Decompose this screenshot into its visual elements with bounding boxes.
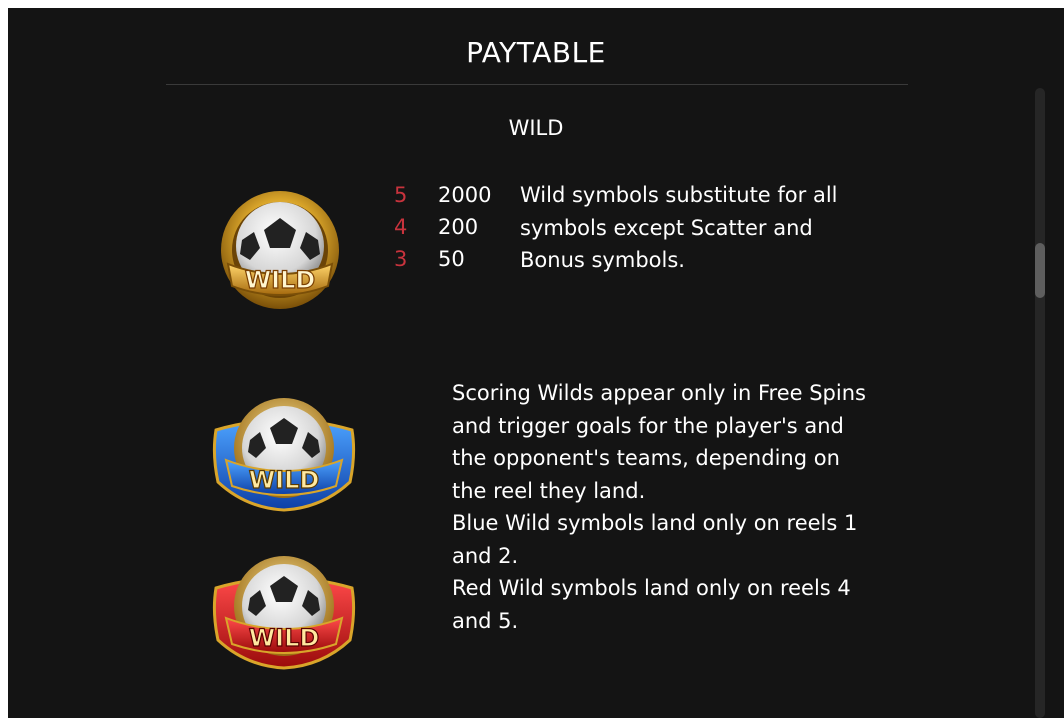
wild-description-line: symbols except Scatter and <box>520 215 813 240</box>
blue-wild-label: WILD <box>249 466 320 494</box>
scoring-description-line: and 5. <box>452 608 519 633</box>
scoring-description-line: Blue Wild symbols land only on reels 1 <box>452 511 858 535</box>
scrollbar-thumb[interactable] <box>1035 243 1045 298</box>
scoring-description-line: and 2. <box>452 543 519 568</box>
payout-count: 4 <box>394 215 408 239</box>
wild-description-line: Wild symbols substitute for all <box>520 183 838 207</box>
soccer-ball-wild-blue-icon: WILD <box>212 398 356 512</box>
soccer-ball-wild-gold-icon: WILD <box>221 191 339 309</box>
scrollbar-track[interactable] <box>1035 88 1045 718</box>
paytable-panel: PAYTABLE WILD WILD 5 2000 4 200 3 50 Wil… <box>8 8 1064 718</box>
red-wild-label: WILD <box>249 624 320 652</box>
scoring-description-line: Red Wild symbols land only on reels 4 <box>452 576 851 600</box>
payout-value: 200 <box>438 215 479 239</box>
payout-value: 50 <box>438 247 465 271</box>
scoring-description-line: Scoring Wilds appear only in Free Spins <box>452 381 866 405</box>
payout-row: 3 50 <box>394 243 465 275</box>
payout-row: 4 200 <box>394 211 478 243</box>
scoring-description-line: the opponent's teams, depending on <box>452 446 840 470</box>
page-title: PAYTABLE <box>466 36 606 69</box>
gold-wild-label: WILD <box>245 266 316 294</box>
section-title-wild: WILD <box>508 116 564 140</box>
wild-description-line: Bonus symbols. <box>520 248 685 272</box>
scoring-wilds-description: Scoring Wilds appear only in Free Spins … <box>452 377 866 637</box>
payout-row: 5 2000 <box>394 179 491 211</box>
scoring-description-line: and trigger goals for the player's and <box>452 413 844 438</box>
payout-value: 2000 <box>438 183 492 207</box>
payout-count: 5 <box>394 183 408 207</box>
soccer-ball-wild-red-icon: WILD <box>212 556 356 670</box>
scoring-description-line: the reel they land. <box>452 478 646 503</box>
wild-description: Wild symbols substitute for all symbols … <box>520 179 837 277</box>
title-divider <box>166 84 908 85</box>
payout-count: 3 <box>394 247 408 271</box>
